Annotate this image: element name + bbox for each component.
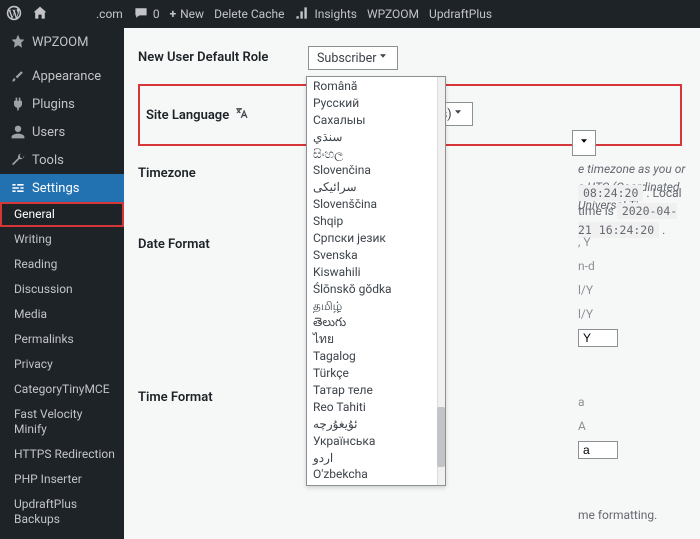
- submenu-discussion[interactable]: Discussion: [0, 277, 124, 302]
- submenu-writing[interactable]: Writing: [0, 227, 124, 252]
- updraft-link[interactable]: UpdraftPlus: [429, 7, 492, 21]
- submenu-fast-velocity-minify[interactable]: Fast Velocity Minify: [0, 402, 124, 442]
- brush-icon: [10, 68, 26, 84]
- language-option[interactable]: O'zbekcha: [307, 465, 437, 482]
- language-option[interactable]: Русский: [307, 94, 437, 111]
- time-format-custom-input[interactable]: [578, 441, 618, 459]
- language-option[interactable]: Română: [307, 77, 437, 94]
- plug-icon: [10, 96, 26, 112]
- admin-sidebar: WPZOOM Appearance Plugins Users Tools Se…: [0, 28, 124, 539]
- sidebar-brand[interactable]: WPZOOM: [0, 28, 124, 56]
- language-option[interactable]: سرائیکی: [307, 178, 437, 195]
- admin-toolbar: ████.com 0 +New Delete Cache Insights WP…: [0, 0, 700, 28]
- language-option[interactable]: தமிழ்: [307, 297, 437, 314]
- language-option[interactable]: ئۇيغۇرچە: [307, 415, 437, 432]
- submenu-media[interactable]: Media: [0, 302, 124, 327]
- site-domain[interactable]: ████.com: [58, 7, 123, 21]
- sliders-icon: [10, 180, 26, 196]
- timezone-select-chevron[interactable]: [572, 130, 596, 156]
- language-option[interactable]: ไทย: [307, 330, 437, 347]
- sidebar-item-users[interactable]: Users: [0, 118, 124, 146]
- submenu-https-redirection[interactable]: HTTPS Redirection: [0, 442, 124, 467]
- language-option[interactable]: Tiếng Việt: [307, 482, 437, 485]
- wp-logo[interactable]: [6, 5, 22, 24]
- submenu-privacy[interactable]: Privacy: [0, 352, 124, 377]
- comments-link[interactable]: 0: [133, 5, 160, 24]
- time-format-label: Time Format: [138, 376, 308, 419]
- language-option[interactable]: తెలుగు: [307, 313, 437, 330]
- sidebar-item-tools[interactable]: Tools: [0, 146, 124, 174]
- scrollbar-thumb[interactable]: [437, 407, 445, 467]
- language-option[interactable]: سنڌي: [307, 128, 437, 145]
- language-option[interactable]: Ślōnskŏ gŏdka: [307, 280, 437, 297]
- submenu-wp-limit-login[interactable]: WP Limit Login: [0, 532, 124, 539]
- translate-icon: [235, 106, 249, 124]
- language-option[interactable]: Tagalog: [307, 347, 437, 364]
- language-option[interactable]: සිංහල: [307, 145, 437, 162]
- sidebar-item-settings[interactable]: Settings: [0, 174, 124, 202]
- submenu-categorytinymce[interactable]: CategoryTinyMCE: [0, 377, 124, 402]
- submenu-updraftplus-backups[interactable]: UpdraftPlus Backups: [0, 492, 124, 532]
- delete-cache[interactable]: Delete Cache: [214, 7, 284, 21]
- language-option[interactable]: Reo Tahiti: [307, 398, 437, 415]
- utc-time: 08:24:20: [578, 185, 643, 201]
- language-option[interactable]: Slovenščina: [307, 195, 437, 212]
- language-option[interactable]: Slovenčina: [307, 161, 437, 178]
- insights[interactable]: Insights: [294, 5, 356, 24]
- timezone-label: Timezone: [138, 152, 308, 195]
- submenu-permalinks[interactable]: Permalinks: [0, 327, 124, 352]
- submenu-php-inserter[interactable]: PHP Inserter: [0, 467, 124, 492]
- language-option[interactable]: Svenska: [307, 246, 437, 263]
- submenu-general[interactable]: General: [0, 202, 124, 227]
- language-option[interactable]: Сахалыы: [307, 111, 437, 128]
- sidebar-item-appearance[interactable]: Appearance: [0, 62, 124, 90]
- site-language-label: Site Language: [146, 92, 316, 138]
- bars-icon: [294, 5, 310, 24]
- language-option[interactable]: Kiswahili: [307, 263, 437, 280]
- chevron-down-icon: [452, 106, 464, 122]
- wpzoom-link[interactable]: WPZOOM: [367, 7, 419, 21]
- site-language-dropdown[interactable]: RomânăРусскийСахалыыسنڌيසිංහලSlovenčinaس…: [306, 76, 446, 486]
- language-option[interactable]: اردو: [307, 449, 437, 466]
- home-icon[interactable]: [32, 5, 48, 24]
- chevron-down-icon: [377, 50, 389, 66]
- default-role-label: New User Default Role: [138, 36, 308, 80]
- language-option[interactable]: Українська: [307, 432, 437, 449]
- comment-icon: [133, 5, 149, 24]
- submenu-reading[interactable]: Reading: [0, 252, 124, 277]
- wordpress-icon: [6, 5, 22, 24]
- default-role-select[interactable]: Subscriber: [308, 46, 398, 70]
- wrench-icon: [10, 152, 26, 168]
- dropdown-scrollbar[interactable]: [437, 77, 445, 485]
- language-option[interactable]: Shqip: [307, 212, 437, 229]
- date-format-label: Date Format: [138, 223, 308, 266]
- settings-submenu: General Writing Reading Discussion Media…: [0, 202, 124, 539]
- language-option[interactable]: Татар теле: [307, 381, 437, 398]
- sidebar-item-plugins[interactable]: Plugins: [0, 90, 124, 118]
- star-icon: [10, 34, 26, 50]
- new-content[interactable]: +New: [170, 7, 205, 21]
- user-icon: [10, 124, 26, 140]
- language-option[interactable]: Српски језик: [307, 229, 437, 246]
- date-format-custom-input[interactable]: [578, 329, 618, 347]
- language-option[interactable]: Türkçe: [307, 364, 437, 381]
